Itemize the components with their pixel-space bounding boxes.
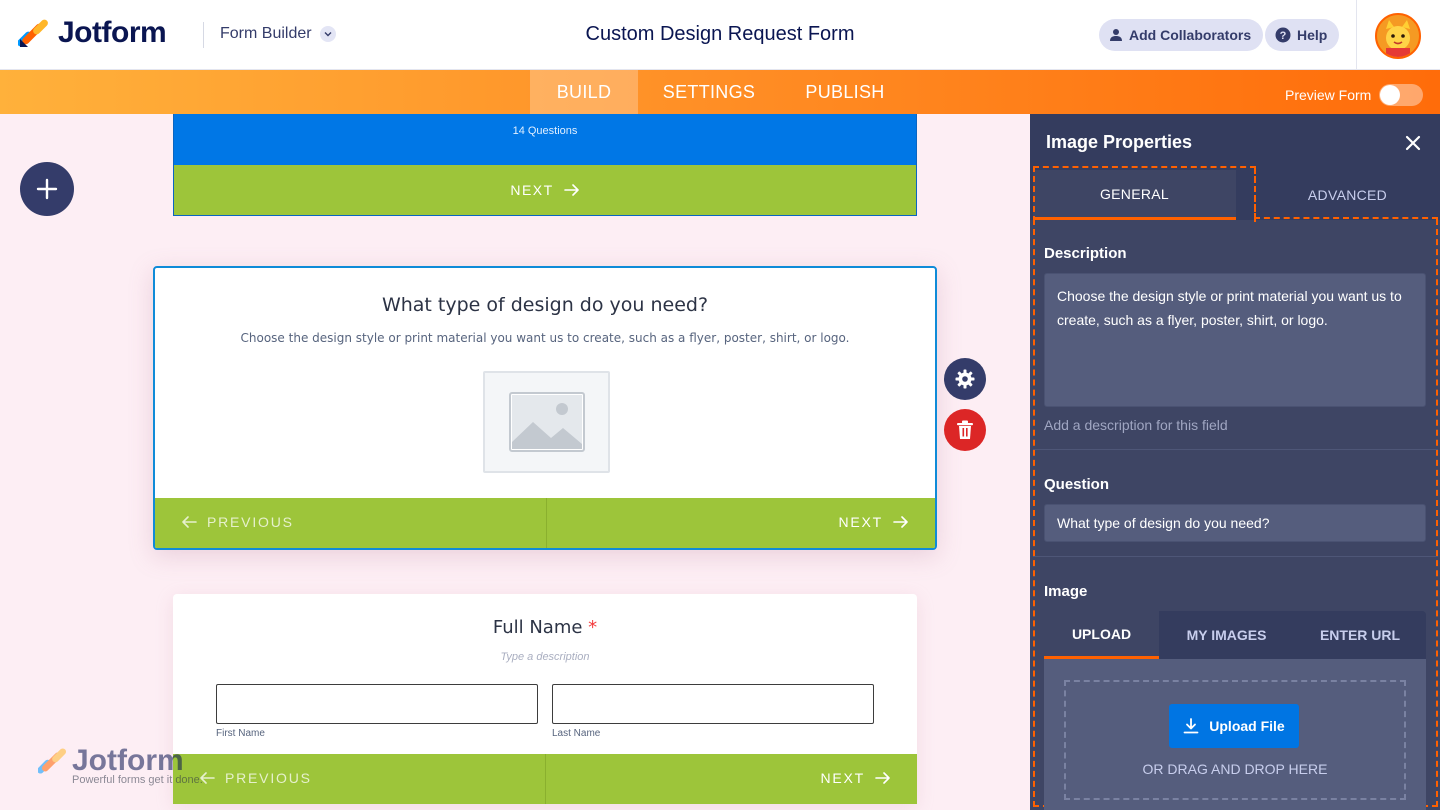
upload-file-button[interactable]: Upload File (1169, 704, 1299, 748)
image-card-footer: PREVIOUS NEXT (155, 498, 935, 548)
help-icon: ? (1275, 27, 1291, 43)
question-label: Question (1044, 476, 1110, 493)
question-input[interactable]: What type of design do you need? (1044, 504, 1426, 542)
previous-label: PREVIOUS (225, 770, 312, 786)
full-name-card[interactable]: Full Name * Type a description First Nam… (173, 594, 917, 804)
top-header: Jotform Form Builder Custom Design Reque… (0, 0, 1440, 70)
trash-icon (957, 420, 973, 439)
section-divider (1033, 556, 1438, 557)
add-collaborators-button[interactable]: Add Collaborators (1099, 19, 1264, 51)
panel-title: Image Properties (1046, 132, 1193, 152)
next-button[interactable]: NEXT (838, 514, 909, 530)
header-right-divider (1356, 0, 1357, 70)
drag-drop-text: OR DRAG AND DROP HERE (1142, 761, 1328, 777)
next-label: NEXT (820, 770, 865, 786)
full-name-title-row[interactable]: Full Name * (173, 617, 917, 638)
arrow-right-icon (893, 516, 908, 528)
download-icon (1183, 718, 1199, 734)
last-name-field[interactable] (552, 684, 874, 724)
form-builder-dropdown[interactable]: Form Builder (220, 25, 336, 43)
add-collaborators-label: Add Collaborators (1129, 27, 1252, 43)
previous-button[interactable]: PREVIOUS (199, 770, 312, 786)
image-question-title[interactable]: What type of design do you need? (155, 294, 935, 316)
preview-form-toggle[interactable] (1379, 84, 1424, 106)
upload-file-label: Upload File (1209, 718, 1285, 734)
jotform-watermark: Jotform Powerful forms get it done. (38, 744, 203, 786)
tab-advanced[interactable]: ADVANCED (1255, 170, 1440, 220)
image-question-description[interactable]: Choose the design style or print materia… (155, 331, 935, 345)
chevron-down-icon (319, 26, 336, 42)
description-textarea[interactable]: Choose the design style or print materia… (1044, 273, 1426, 407)
avatar-icon[interactable] (1375, 13, 1421, 59)
form-title[interactable]: Custom Design Request Form (586, 23, 855, 45)
image-source-tabs: UPLOAD MY IMAGES ENTER URL (1044, 611, 1426, 659)
watermark-logo: Jotform (38, 744, 203, 778)
panel-tabs: GENERAL ADVANCED (1030, 170, 1440, 220)
first-name-field[interactable] (216, 684, 538, 724)
tab-upload[interactable]: UPLOAD (1044, 611, 1159, 659)
image-question-card[interactable]: What type of design do you need? Choose … (153, 266, 937, 550)
panel-header: Image Properties (1030, 114, 1440, 170)
welcome-card-header: 14 Questions (174, 114, 916, 165)
description-hint: Add a description for this field (1044, 417, 1228, 433)
previous-button[interactable]: PREVIOUS (181, 514, 294, 530)
last-name-sublabel: Last Name (552, 728, 601, 739)
watermark-tagline: Powerful forms get it done. (72, 774, 203, 786)
help-label: Help (1297, 27, 1328, 43)
image-label: Image (1044, 583, 1088, 600)
footer-separator (545, 754, 546, 804)
tab-settings[interactable]: SETTINGS (648, 70, 770, 114)
image-properties-panel: Image Properties GENERAL ADVANCED Descri… (1030, 114, 1440, 810)
svg-text:?: ? (1280, 30, 1287, 42)
brand-name: Jotform (58, 16, 167, 49)
full-name-card-footer: PREVIOUS NEXT (173, 754, 917, 804)
delete-field-button[interactable] (944, 409, 986, 451)
image-placeholder[interactable] (483, 371, 610, 473)
preview-form-toggle-group: Preview Form (1285, 84, 1424, 106)
full-name-title: Full Name (492, 617, 583, 638)
close-icon[interactable] (1402, 132, 1424, 154)
plus-icon (36, 178, 58, 200)
image-placeholder-icon (508, 392, 585, 452)
welcome-card[interactable]: 14 Questions NEXT (173, 114, 917, 216)
questions-count: 14 Questions (512, 125, 578, 137)
arrow-right-icon (875, 772, 890, 784)
field-settings-button[interactable] (944, 358, 986, 400)
tab-publish[interactable]: PUBLISH (790, 70, 900, 114)
gear-icon (955, 369, 975, 389)
preview-form-label: Preview Form (1285, 87, 1372, 103)
header-divider (203, 22, 204, 48)
required-mark: * (588, 617, 598, 638)
arrow-left-icon (182, 516, 197, 528)
next-label: NEXT (838, 514, 883, 530)
description-label: Description (1044, 245, 1127, 262)
next-label: NEXT (510, 182, 554, 198)
welcome-next-button[interactable]: NEXT (174, 165, 916, 215)
jotform-logo-icon (38, 748, 67, 774)
full-name-description[interactable]: Type a description (173, 651, 917, 663)
tab-build[interactable]: BUILD (530, 70, 638, 114)
form-builder-label: Form Builder (220, 25, 312, 42)
jotform-logo-icon (18, 19, 48, 47)
help-button[interactable]: ? Help (1265, 19, 1340, 51)
section-divider (1033, 449, 1438, 450)
tab-enter-url[interactable]: ENTER URL (1304, 611, 1416, 659)
user-icon (1110, 29, 1122, 41)
previous-label: PREVIOUS (207, 514, 294, 530)
tab-my-images[interactable]: MY IMAGES (1174, 611, 1279, 659)
footer-separator (546, 498, 547, 548)
upload-drop-area[interactable]: Upload File OR DRAG AND DROP HERE (1044, 659, 1426, 810)
builder-nav: BUILD SETTINGS PUBLISH Preview Form (0, 70, 1440, 114)
jotform-logo[interactable]: Jotform (18, 16, 167, 50)
arrow-right-icon (563, 184, 579, 196)
watermark-brand: Jotform (72, 744, 184, 777)
first-name-sublabel: First Name (216, 728, 265, 739)
add-element-button[interactable] (20, 162, 74, 216)
tab-general[interactable]: GENERAL (1033, 170, 1236, 220)
next-button[interactable]: NEXT (820, 770, 891, 786)
